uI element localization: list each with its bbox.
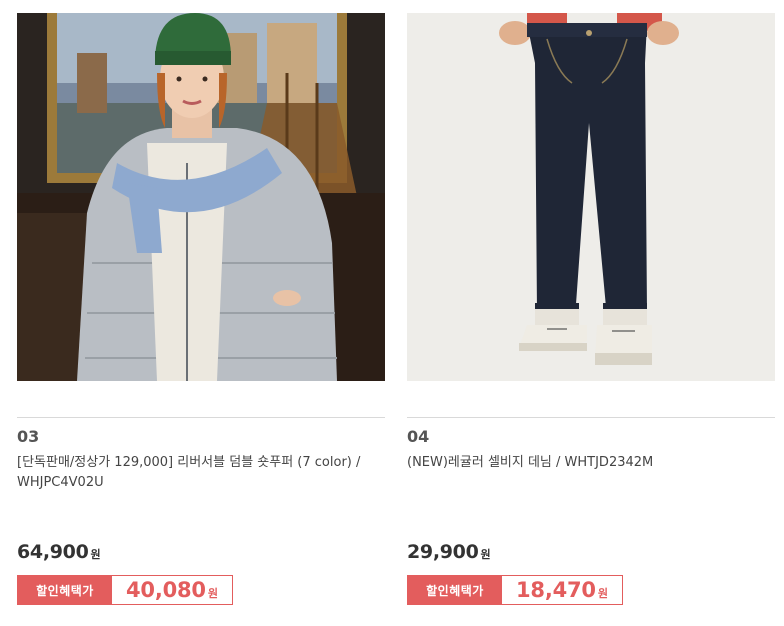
discount-benefit-box[interactable]: 할인혜택가 18,470 원 xyxy=(407,575,623,605)
price-row: 29,900 원 xyxy=(407,541,491,563)
product-grid: 03 [단독판매/정상가 129,000] 리버서블 덤블 숏푸퍼 (7 col… xyxy=(0,0,784,626)
product-photo-puffer xyxy=(17,13,385,381)
sale-price: 64,900 xyxy=(17,541,89,563)
product-image[interactable] xyxy=(17,13,385,381)
discount-label: 할인혜택가 xyxy=(408,576,502,604)
product-name-link[interactable]: [단독판매/정상가 129,000] 리버서블 덤블 숏푸퍼 (7 color)… xyxy=(17,453,385,497)
price-unit: 원 xyxy=(90,548,101,561)
product-photo-denim xyxy=(407,13,775,381)
product-name-link[interactable]: (NEW)레귤러 셀비지 데님 / WHTJD2342M xyxy=(407,453,775,497)
discount-price-wrap: 18,470 원 xyxy=(502,576,622,604)
product-card[interactable]: 04 (NEW)레귤러 셀비지 데님 / WHTJD2342M 29,900 원… xyxy=(407,13,775,605)
divider xyxy=(407,417,775,418)
product-card[interactable]: 03 [단독판매/정상가 129,000] 리버서블 덤블 숏푸퍼 (7 col… xyxy=(17,13,385,605)
product-image[interactable] xyxy=(407,13,775,381)
discount-unit: 원 xyxy=(597,587,608,600)
rank-number: 04 xyxy=(407,427,430,446)
sale-price: 29,900 xyxy=(407,541,479,563)
discount-benefit-box[interactable]: 할인혜택가 40,080 원 xyxy=(17,575,233,605)
discount-price: 40,080 xyxy=(126,578,206,602)
discount-label: 할인혜택가 xyxy=(18,576,112,604)
discount-price-wrap: 40,080 원 xyxy=(112,576,232,604)
divider xyxy=(17,417,385,418)
price-unit: 원 xyxy=(480,548,491,561)
discount-unit: 원 xyxy=(207,587,218,600)
discount-price: 18,470 xyxy=(516,578,596,602)
rank-number: 03 xyxy=(17,427,40,446)
price-row: 64,900 원 xyxy=(17,541,101,563)
